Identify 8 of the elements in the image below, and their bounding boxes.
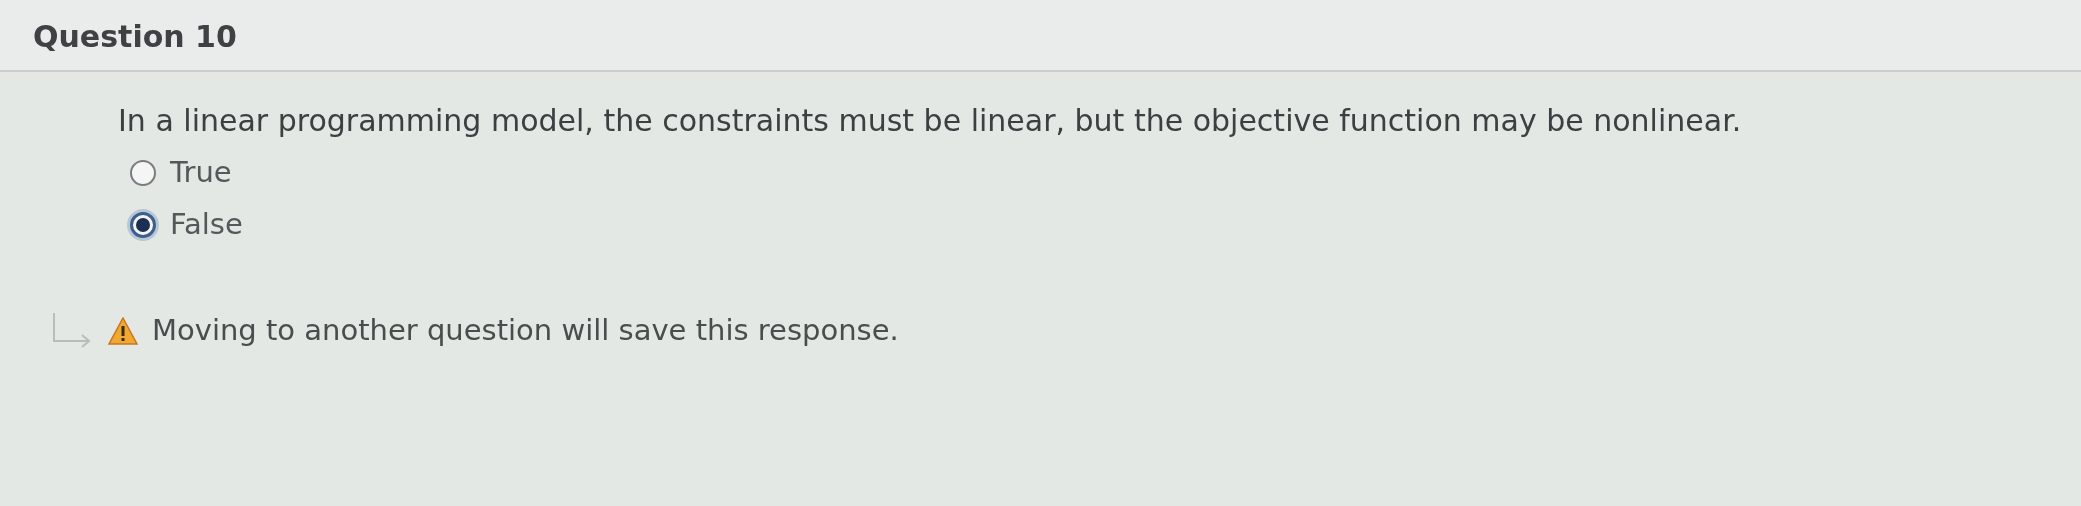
question-title: Question 10 (33, 19, 237, 54)
option-label[interactable]: False (170, 203, 243, 247)
radio-button[interactable] (130, 160, 156, 186)
option-label[interactable]: True (170, 151, 232, 195)
save-notice: Moving to another question will save this response. (152, 312, 899, 349)
question-text: In a linear programming model, the constraints must be linear, but the objective function may be nonlinear. (118, 102, 1743, 140)
warning-icon (108, 316, 138, 345)
radio-button[interactable] (130, 212, 156, 238)
